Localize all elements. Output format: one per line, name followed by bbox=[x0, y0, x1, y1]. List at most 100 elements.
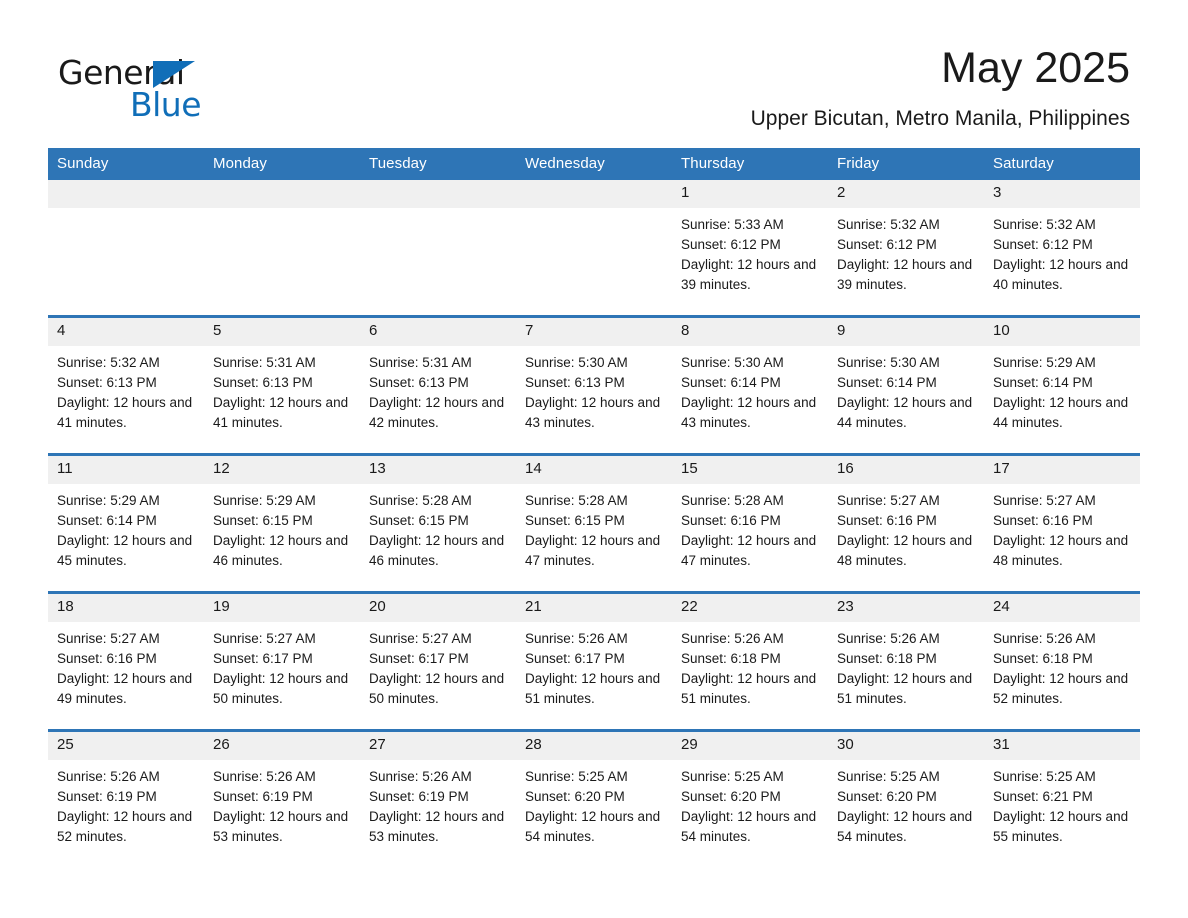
day-number: 28 bbox=[516, 732, 672, 760]
calendar-day-cell[interactable]: 15 Sunrise: 5:28 AM Sunset: 6:16 PM Dayligh… bbox=[672, 453, 828, 593]
calendar-week-row: 11 Sunrise: 5:29 AM Sunset: 6:14 PM Dayligh… bbox=[48, 453, 1140, 593]
day-details: Sunrise: 5:33 AM Sunset: 6:12 PM Daylight:… bbox=[672, 208, 828, 295]
sunset-text: Sunset: 6:15 PM bbox=[525, 512, 625, 528]
calendar-day-cell[interactable]: 24 Sunrise: 5:26 AM Sunset: 6:18 PM Dayligh… bbox=[984, 591, 1140, 731]
calendar-day-cell[interactable]: 12 Sunrise: 5:29 AM Sunset: 6:15 PM Dayligh… bbox=[204, 453, 360, 593]
day-number: 29 bbox=[672, 732, 828, 760]
day-details: Sunrise: 5:27 AM Sunset: 6:16 PM Daylight:… bbox=[828, 484, 984, 571]
day-number: 14 bbox=[516, 456, 672, 484]
calendar-day-cell[interactable]: 1 Sunrise: 5:33 AM Sunset: 6:12 PM Daylight… bbox=[672, 180, 828, 317]
sunset-text: Sunset: 6:16 PM bbox=[681, 512, 781, 528]
calendar-day-cell[interactable]: 17 Sunrise: 5:27 AM Sunset: 6:16 PM Dayligh… bbox=[984, 453, 1140, 593]
daylight-text: Daylight: 12 hours and 54 minutes. bbox=[681, 808, 817, 844]
daylight-text: Daylight: 12 hours and 49 minutes. bbox=[57, 670, 193, 706]
calendar-day-cell[interactable]: 26 Sunrise: 5:26 AM Sunset: 6:19 PM Dayligh… bbox=[204, 729, 360, 868]
day-details: Sunrise: 5:27 AM Sunset: 6:17 PM Daylight:… bbox=[360, 622, 516, 709]
day-number bbox=[360, 180, 516, 208]
calendar-day-cell[interactable]: 20 Sunrise: 5:27 AM Sunset: 6:17 PM Dayligh… bbox=[360, 591, 516, 731]
calendar-day-cell[interactable]: 10 Sunrise: 5:29 AM Sunset: 6:14 PM Dayligh… bbox=[984, 315, 1140, 455]
calendar-day-cell[interactable]: 4 Sunrise: 5:32 AM Sunset: 6:13 PM Daylight… bbox=[48, 315, 204, 455]
calendar-day-cell[interactable]: 28 Sunrise: 5:25 AM Sunset: 6:20 PM Dayligh… bbox=[516, 729, 672, 868]
general-blue-logo[interactable]: General Blue bbox=[58, 44, 238, 121]
location-subtitle: Upper Bicutan, Metro Manila, Philippines bbox=[750, 107, 1130, 131]
daylight-text: Daylight: 12 hours and 41 minutes. bbox=[213, 394, 349, 430]
calendar-day-cell[interactable]: 23 Sunrise: 5:26 AM Sunset: 6:18 PM Dayligh… bbox=[828, 591, 984, 731]
calendar-day-cell[interactable]: 18 Sunrise: 5:27 AM Sunset: 6:16 PM Dayligh… bbox=[48, 591, 204, 731]
weekday-header-friday: Friday bbox=[828, 148, 984, 181]
sunrise-text: Sunrise: 5:25 AM bbox=[681, 768, 784, 784]
sunset-text: Sunset: 6:18 PM bbox=[993, 650, 1093, 666]
day-details: Sunrise: 5:25 AM Sunset: 6:20 PM Daylight:… bbox=[672, 760, 828, 847]
day-details: Sunrise: 5:28 AM Sunset: 6:15 PM Daylight:… bbox=[516, 484, 672, 571]
sunset-text: Sunset: 6:12 PM bbox=[837, 236, 937, 252]
weekday-header-wednesday: Wednesday bbox=[516, 148, 672, 181]
weekday-header-sunday: Sunday bbox=[48, 148, 204, 181]
daylight-text: Daylight: 12 hours and 43 minutes. bbox=[525, 394, 661, 430]
sunset-text: Sunset: 6:17 PM bbox=[369, 650, 469, 666]
day-number: 13 bbox=[360, 456, 516, 484]
calendar-day-cell[interactable]: 7 Sunrise: 5:30 AM Sunset: 6:13 PM Daylight… bbox=[516, 315, 672, 455]
calendar-day-cell[interactable]: 5 Sunrise: 5:31 AM Sunset: 6:13 PM Daylight… bbox=[204, 315, 360, 455]
sunrise-text: Sunrise: 5:31 AM bbox=[369, 354, 472, 370]
sunrise-text: Sunrise: 5:26 AM bbox=[837, 630, 940, 646]
calendar-day-cell[interactable]: 14 Sunrise: 5:28 AM Sunset: 6:15 PM Dayligh… bbox=[516, 453, 672, 593]
weekday-header-tuesday: Tuesday bbox=[360, 148, 516, 181]
sunset-text: Sunset: 6:13 PM bbox=[213, 374, 313, 390]
calendar-day-cell[interactable]: 19 Sunrise: 5:27 AM Sunset: 6:17 PM Dayligh… bbox=[204, 591, 360, 731]
sunset-text: Sunset: 6:18 PM bbox=[837, 650, 937, 666]
day-number bbox=[48, 180, 204, 208]
sunrise-text: Sunrise: 5:27 AM bbox=[213, 630, 316, 646]
day-details: Sunrise: 5:28 AM Sunset: 6:16 PM Daylight:… bbox=[672, 484, 828, 571]
day-number: 6 bbox=[360, 318, 516, 346]
calendar-day-cell[interactable]: 31 Sunrise: 5:25 AM Sunset: 6:21 PM Dayligh… bbox=[984, 729, 1140, 868]
sunset-text: Sunset: 6:16 PM bbox=[57, 650, 157, 666]
daylight-text: Daylight: 12 hours and 40 minutes. bbox=[993, 256, 1129, 292]
calendar-day-cell[interactable]: 11 Sunrise: 5:29 AM Sunset: 6:14 PM Dayligh… bbox=[48, 453, 204, 593]
sunset-text: Sunset: 6:13 PM bbox=[525, 374, 625, 390]
calendar-day-cell[interactable]: 22 Sunrise: 5:26 AM Sunset: 6:18 PM Dayligh… bbox=[672, 591, 828, 731]
sunrise-text: Sunrise: 5:32 AM bbox=[57, 354, 160, 370]
sunrise-text: Sunrise: 5:26 AM bbox=[681, 630, 784, 646]
sunset-text: Sunset: 6:17 PM bbox=[525, 650, 625, 666]
day-details: Sunrise: 5:28 AM Sunset: 6:15 PM Daylight:… bbox=[360, 484, 516, 571]
sunset-text: Sunset: 6:15 PM bbox=[369, 512, 469, 528]
sunset-text: Sunset: 6:13 PM bbox=[369, 374, 469, 390]
daylight-text: Daylight: 12 hours and 42 minutes. bbox=[369, 394, 505, 430]
sunset-text: Sunset: 6:17 PM bbox=[213, 650, 313, 666]
calendar-day-cell[interactable]: 3 Sunrise: 5:32 AM Sunset: 6:12 PM Daylight… bbox=[984, 180, 1140, 317]
daylight-text: Daylight: 12 hours and 50 minutes. bbox=[213, 670, 349, 706]
calendar-day-cell[interactable]: 6 Sunrise: 5:31 AM Sunset: 6:13 PM Daylight… bbox=[360, 315, 516, 455]
calendar-day-cell[interactable]: 25 Sunrise: 5:26 AM Sunset: 6:19 PM Dayligh… bbox=[48, 729, 204, 868]
sunrise-text: Sunrise: 5:27 AM bbox=[57, 630, 160, 646]
daylight-text: Daylight: 12 hours and 44 minutes. bbox=[837, 394, 973, 430]
calendar-day-cell[interactable]: 21 Sunrise: 5:26 AM Sunset: 6:17 PM Dayligh… bbox=[516, 591, 672, 731]
calendar-day-cell[interactable]: 16 Sunrise: 5:27 AM Sunset: 6:16 PM Dayligh… bbox=[828, 453, 984, 593]
calendar-day-cell[interactable]: 27 Sunrise: 5:26 AM Sunset: 6:19 PM Dayligh… bbox=[360, 729, 516, 868]
calendar-empty-cell bbox=[48, 180, 204, 317]
sunrise-text: Sunrise: 5:27 AM bbox=[837, 492, 940, 508]
day-number: 16 bbox=[828, 456, 984, 484]
day-details: Sunrise: 5:26 AM Sunset: 6:17 PM Daylight:… bbox=[516, 622, 672, 709]
day-number: 19 bbox=[204, 594, 360, 622]
calendar-day-cell[interactable]: 8 Sunrise: 5:30 AM Sunset: 6:14 PM Daylight… bbox=[672, 315, 828, 455]
day-number: 22 bbox=[672, 594, 828, 622]
day-details: Sunrise: 5:27 AM Sunset: 6:16 PM Daylight:… bbox=[48, 622, 204, 709]
daylight-text: Daylight: 12 hours and 45 minutes. bbox=[57, 532, 193, 568]
daylight-text: Daylight: 12 hours and 50 minutes. bbox=[369, 670, 505, 706]
sunrise-text: Sunrise: 5:32 AM bbox=[837, 216, 940, 232]
sunset-text: Sunset: 6:14 PM bbox=[57, 512, 157, 528]
day-details: Sunrise: 5:26 AM Sunset: 6:19 PM Daylight:… bbox=[360, 760, 516, 847]
calendar-day-cell[interactable]: 9 Sunrise: 5:30 AM Sunset: 6:14 PM Daylight… bbox=[828, 315, 984, 455]
calendar-day-cell[interactable]: 30 Sunrise: 5:25 AM Sunset: 6:20 PM Dayligh… bbox=[828, 729, 984, 868]
calendar-day-cell[interactable]: 29 Sunrise: 5:25 AM Sunset: 6:20 PM Dayligh… bbox=[672, 729, 828, 868]
sunrise-text: Sunrise: 5:31 AM bbox=[213, 354, 316, 370]
day-number: 7 bbox=[516, 318, 672, 346]
day-details: Sunrise: 5:32 AM Sunset: 6:12 PM Daylight:… bbox=[984, 208, 1140, 295]
calendar-day-cell[interactable]: 2 Sunrise: 5:32 AM Sunset: 6:12 PM Daylight… bbox=[828, 180, 984, 317]
day-number: 31 bbox=[984, 732, 1140, 760]
sunrise-text: Sunrise: 5:26 AM bbox=[57, 768, 160, 784]
calendar-day-cell[interactable]: 13 Sunrise: 5:28 AM Sunset: 6:15 PM Dayligh… bbox=[360, 453, 516, 593]
day-number: 15 bbox=[672, 456, 828, 484]
day-details: Sunrise: 5:27 AM Sunset: 6:16 PM Daylight:… bbox=[984, 484, 1140, 571]
sunset-text: Sunset: 6:20 PM bbox=[837, 788, 937, 804]
